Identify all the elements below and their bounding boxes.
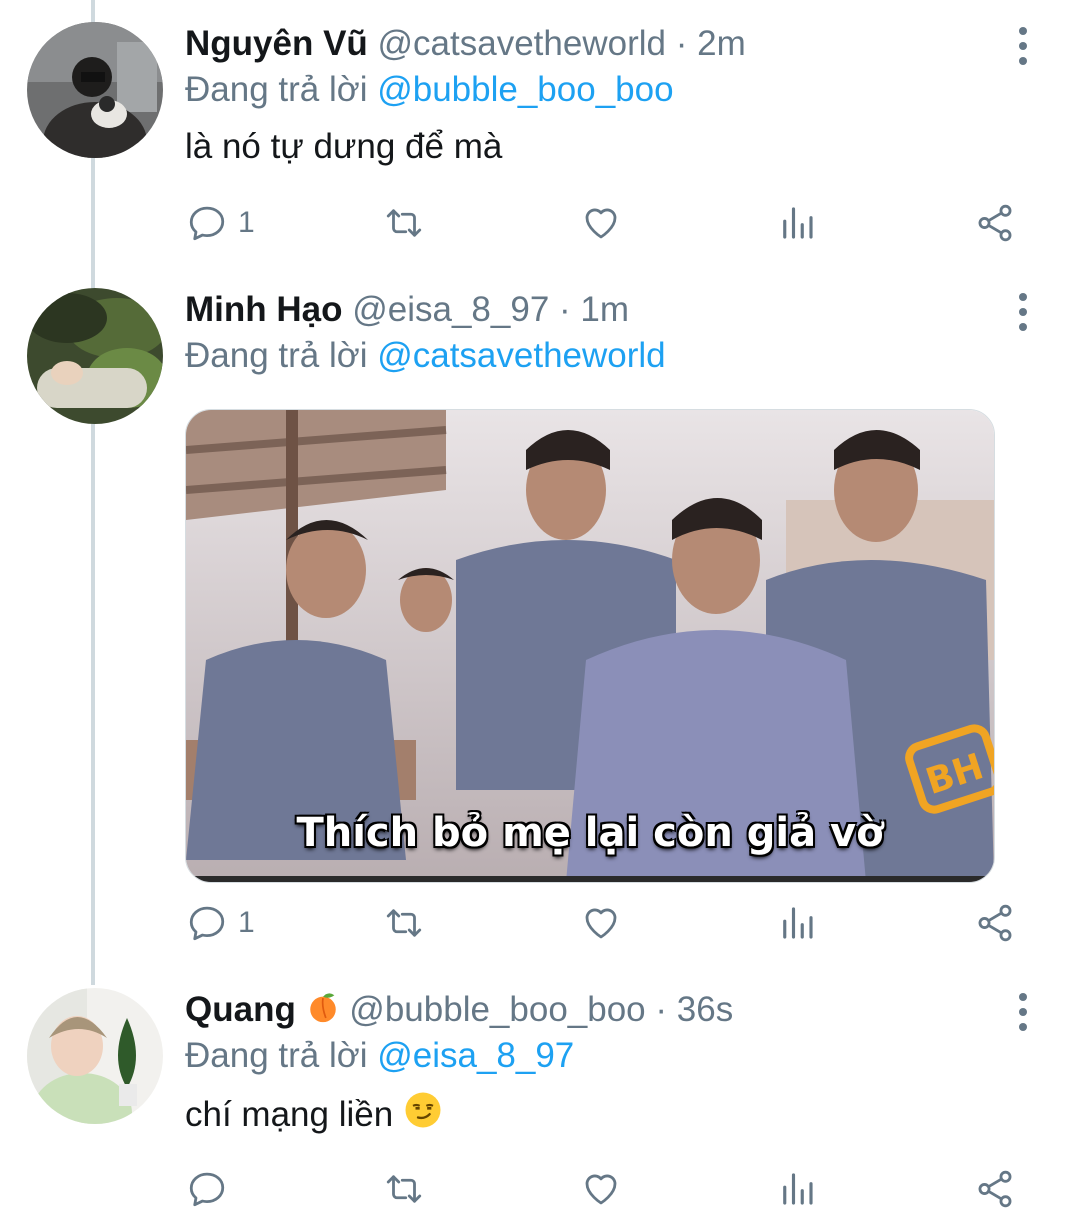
replying-to-line: Đang trả lời @catsavetheworld <box>185 334 1040 378</box>
share-button[interactable] <box>974 198 1016 248</box>
author-handle[interactable]: @eisa_8_97 <box>352 290 549 329</box>
reply-icon <box>189 906 225 941</box>
analytics-button[interactable] <box>776 898 818 948</box>
like-button[interactable] <box>580 198 622 248</box>
tweet-text: chí mạng liền <box>185 1095 394 1134</box>
tweet-media-image[interactable]: BH Thích bỏ mẹ lại còn giả vờ <box>185 409 995 883</box>
retweet-button[interactable] <box>383 1164 425 1214</box>
replying-to-label: Đang trả lời <box>185 336 368 375</box>
separator-dot: · <box>559 290 571 329</box>
retweet-icon <box>386 1175 422 1203</box>
retweet-button[interactable] <box>383 198 425 248</box>
like-button[interactable] <box>580 1164 622 1214</box>
tweet-header: Nguyên Vũ @catsavetheworld · 2m <box>185 22 1040 66</box>
author-handle[interactable]: @bubble_boo_boo <box>349 990 645 1029</box>
avatar[interactable] <box>27 988 163 1124</box>
author-name[interactable]: Nguyên Vũ <box>185 24 368 63</box>
analytics-button[interactable] <box>776 198 818 248</box>
tweet[interactable]: Minh Hạo @eisa_8_97 · 1m Đang trả lời @c… <box>0 288 1080 958</box>
share-icon <box>978 204 1012 242</box>
reply-mention-link[interactable]: @eisa_8_97 <box>377 1036 574 1075</box>
share-button[interactable] <box>974 1164 1016 1214</box>
separator-dot: · <box>655 990 668 1029</box>
like-button[interactable] <box>580 898 622 948</box>
retweet-button[interactable] <box>383 898 425 948</box>
share-icon <box>978 904 1012 942</box>
analytics-button[interactable] <box>776 1164 818 1214</box>
tweet-text: là nó tự dưng để mà <box>185 127 503 166</box>
tweet-header: Quang @bubble_boo_boo · 36s <box>185 988 1040 1032</box>
retweet-icon <box>386 909 422 937</box>
reply-icon <box>189 1172 225 1207</box>
replying-to-line: Đang trả lời @eisa_8_97 <box>185 1034 1040 1078</box>
separator-dot: · <box>675 24 688 63</box>
reply-count: 1 <box>238 906 255 939</box>
timestamp[interactable]: 1m <box>580 290 629 329</box>
tweet[interactable]: Quang @bubble_boo_boo · 36s Đang trả lời… <box>0 988 1080 1225</box>
smirking-face-emoji-icon <box>405 1092 441 1128</box>
analytics-icon <box>783 907 813 939</box>
retweet-icon <box>386 209 422 237</box>
tweet-actions <box>0 1164 1080 1214</box>
tweet[interactable]: Nguyên Vũ @catsavetheworld · 2m Đang trả… <box>0 22 1080 252</box>
reply-count: 1 <box>238 206 255 239</box>
like-icon <box>585 208 617 239</box>
analytics-icon <box>783 207 813 239</box>
reply-icon <box>189 206 225 241</box>
timestamp[interactable]: 2m <box>697 24 746 63</box>
replying-to-label: Đang trả lời <box>185 1036 368 1075</box>
avatar[interactable] <box>27 288 163 424</box>
author-name[interactable]: Quang <box>185 990 296 1029</box>
author-handle[interactable]: @catsavetheworld <box>378 24 666 63</box>
more-options-icon[interactable] <box>1008 290 1038 334</box>
tweet-actions: 1 <box>0 898 1080 948</box>
reply-mention-link[interactable]: @bubble_boo_boo <box>377 70 673 109</box>
peach-emoji-icon <box>309 993 336 1023</box>
tweet-text-row: chí mạng liền <box>185 1090 1040 1138</box>
like-icon <box>585 908 617 939</box>
reply-mention-link[interactable]: @catsavetheworld <box>377 336 665 375</box>
avatar[interactable] <box>27 22 163 158</box>
analytics-icon <box>783 1173 813 1205</box>
reply-button[interactable]: 1 <box>186 198 255 248</box>
replying-to-label: Đang trả lời <box>185 70 368 109</box>
share-icon <box>978 1170 1012 1208</box>
tweet-header: Minh Hạo @eisa_8_97 · 1m <box>185 288 1040 332</box>
media-caption: Thích bỏ mẹ lại còn giả vờ <box>296 810 884 856</box>
more-options-icon[interactable] <box>1008 990 1038 1034</box>
like-icon <box>585 1174 617 1205</box>
tweet-actions: 1 <box>0 198 1080 248</box>
reply-button[interactable]: 1 <box>186 898 255 948</box>
reply-button[interactable] <box>186 1164 228 1214</box>
share-button[interactable] <box>974 898 1016 948</box>
timestamp[interactable]: 36s <box>677 990 733 1029</box>
author-name[interactable]: Minh Hạo <box>185 290 342 329</box>
replying-to-line: Đang trả lời @bubble_boo_boo <box>185 68 1040 112</box>
more-options-icon[interactable] <box>1008 24 1038 68</box>
